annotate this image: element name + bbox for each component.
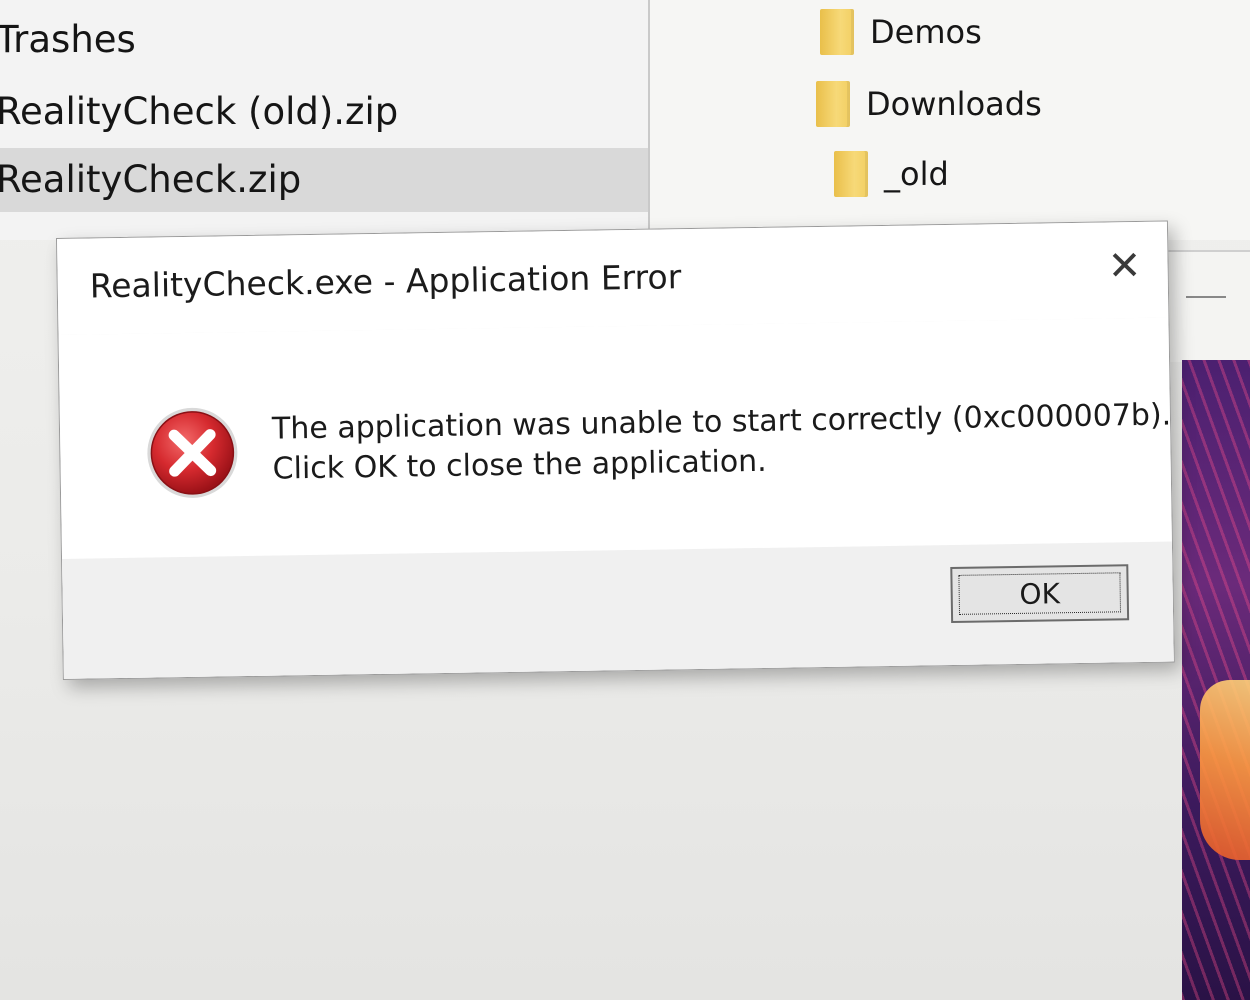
- dialog-title: RealityCheck.exe - Application Error: [89, 257, 682, 306]
- file-name: Trashes: [0, 18, 136, 61]
- background-window-edge: [1160, 250, 1250, 362]
- file-item-realitycheck-old-zip[interactable]: RealityCheck (old).zip: [0, 80, 648, 144]
- file-name: RealityCheck.zip: [0, 158, 302, 201]
- folder-icon: [834, 151, 868, 197]
- file-list-pane: Trashes RealityCheck (old).zip RealityCh…: [0, 0, 650, 240]
- error-message: The application was unable to start corr…: [272, 396, 1172, 490]
- file-item-trashes[interactable]: Trashes: [0, 8, 648, 72]
- folder-item-demos[interactable]: Demos: [820, 4, 982, 60]
- folder-icon: [820, 9, 854, 55]
- folder-list-pane: Demos Downloads _old: [650, 0, 1250, 240]
- close-icon: ✕: [1107, 242, 1142, 290]
- wallpaper-flame-graphic: [1200, 680, 1250, 860]
- ok-button-label: OK: [1019, 576, 1061, 611]
- folder-name: Demos: [870, 13, 982, 51]
- error-icon: [147, 407, 238, 498]
- dialog-titlebar[interactable]: RealityCheck.exe - Application Error ✕: [57, 221, 1169, 335]
- folder-item-downloads[interactable]: Downloads: [816, 76, 1042, 132]
- folder-icon: [816, 81, 850, 127]
- folder-item-old[interactable]: _old: [834, 146, 949, 202]
- folder-name: Downloads: [866, 85, 1042, 123]
- file-name: RealityCheck (old).zip: [0, 90, 399, 133]
- desktop-screen: Trashes RealityCheck (old).zip RealityCh…: [0, 0, 1250, 1000]
- minimize-icon[interactable]: [1186, 296, 1226, 298]
- close-button[interactable]: ✕: [1089, 236, 1160, 297]
- application-error-dialog: RealityCheck.exe - Application Error ✕ T…: [56, 220, 1175, 680]
- file-item-realitycheck-zip[interactable]: RealityCheck.zip: [0, 148, 648, 212]
- folder-name: _old: [884, 155, 949, 193]
- ok-button[interactable]: OK: [950, 564, 1130, 623]
- dialog-button-row: OK: [62, 541, 1174, 679]
- dialog-body: The application was unable to start corr…: [58, 317, 1174, 679]
